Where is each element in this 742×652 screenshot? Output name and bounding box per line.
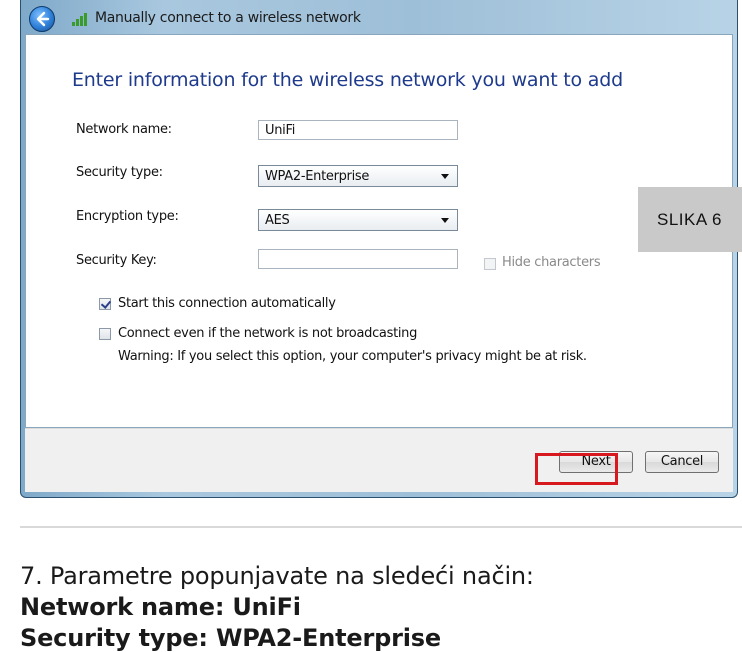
connect-hidden-label: Connect even if the network is not broad… <box>118 326 418 341</box>
start-automatically-label: Start this connection automatically <box>118 296 336 311</box>
back-arrow-icon[interactable] <box>29 6 55 32</box>
start-automatically-checkbox[interactable] <box>99 298 111 310</box>
step-text: 7. Parametre popunjavate na sledeći nači… <box>20 562 534 590</box>
wireless-signal-icon <box>72 12 90 26</box>
next-button-highlight <box>535 453 618 485</box>
divider <box>20 526 742 528</box>
security-key-label: Security Key: <box>76 253 157 268</box>
figure-badge: SLIKA 6 <box>638 187 742 252</box>
network-name-label: Network name: <box>76 122 172 137</box>
page-heading: Enter information for the wireless netwo… <box>72 69 623 91</box>
chevron-down-icon <box>441 218 449 223</box>
connect-hidden-checkbox[interactable] <box>99 328 111 340</box>
encryption-type-label: Encryption type: <box>76 209 179 224</box>
dialog-footer: Next Cancel <box>25 428 733 492</box>
security-key-input[interactable] <box>258 249 458 269</box>
security-type-select[interactable]: WPA2-Enterprise <box>258 165 458 187</box>
security-type-value: WPA2-Enterprise <box>265 169 370 184</box>
chevron-down-icon <box>441 174 449 179</box>
dialog-window: Manually connect to a wireless network E… <box>20 0 738 498</box>
hide-characters-checkbox[interactable] <box>484 258 496 270</box>
cancel-button[interactable]: Cancel <box>645 451 719 473</box>
encryption-type-value: AES <box>265 213 290 228</box>
window-title: Manually connect to a wireless network <box>95 10 361 26</box>
security-type-label: Security type: <box>76 165 163 180</box>
security-type-line: Security type: WPA2-Enterprise <box>20 624 441 652</box>
network-name-input[interactable]: UniFi <box>258 120 458 140</box>
encryption-type-select[interactable]: AES <box>258 209 458 231</box>
hide-characters-label: Hide characters <box>502 255 601 270</box>
network-name-line: Network name: UniFi <box>20 593 301 621</box>
dialog-content: Enter information for the wireless netwo… <box>25 34 733 428</box>
privacy-warning-text: Warning: If you select this option, your… <box>118 349 587 364</box>
